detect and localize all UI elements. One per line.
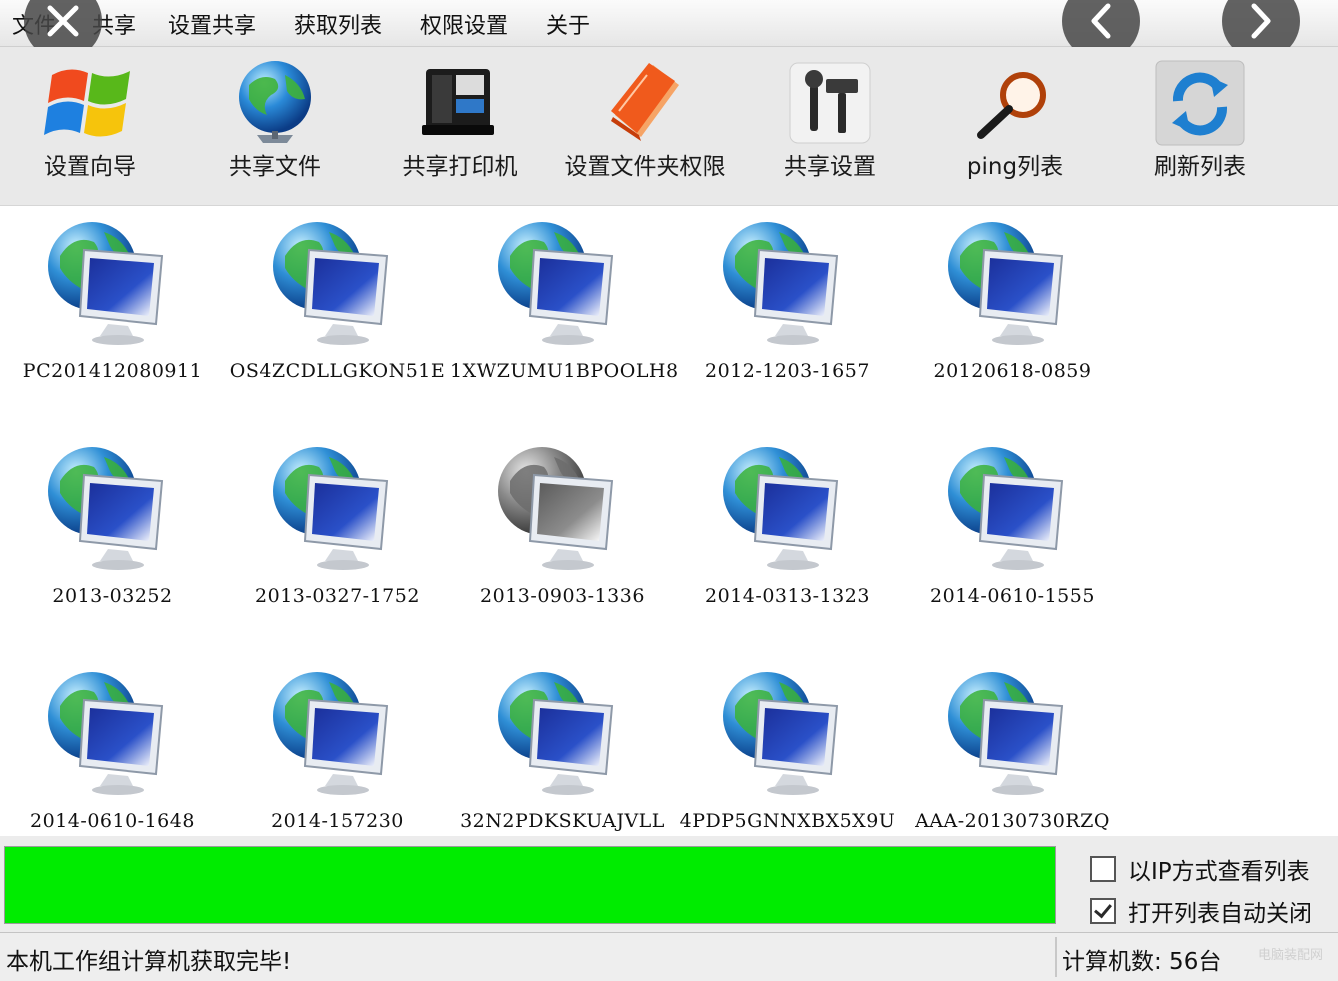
computer-name: 2014-0610-1555 (930, 585, 1095, 607)
computer-name: 2013-03252 (52, 585, 173, 607)
ping-list-button[interactable]: ping列表 (945, 47, 1085, 205)
share-settings-label: 共享设置 (784, 154, 876, 180)
network-computer-icon (723, 222, 839, 345)
folder-permissions-button[interactable]: 设置文件夹权限 (555, 47, 735, 205)
share-files-button[interactable]: 共享文件 (200, 47, 350, 205)
computer-name: AAA-20130730RZQ (915, 810, 1110, 832)
network-computer-icon (273, 447, 389, 570)
toolbar: 设置向导 共享文件 共享打印机 设置文件夹权限 共享设置 ping列表 刷新列表 (0, 47, 1338, 206)
computer-item[interactable]: 1XWZUMU1BPOOLH8 (450, 212, 679, 422)
computer-item[interactable]: 2013-0327-1752 (225, 437, 450, 647)
status-bar: 本机工作组计算机获取完毕! 计算机数: 56台 (0, 932, 1338, 981)
setup-wizard-label: 设置向导 (44, 154, 136, 180)
computer-item[interactable]: OS4ZCDLLGKON51E (225, 212, 450, 422)
menu-set-share[interactable]: 设置共享 (168, 8, 256, 40)
checkbox-box[interactable] (1090, 898, 1116, 924)
magnifier-icon (977, 72, 1046, 139)
windows-logo-icon (44, 69, 130, 137)
computer-name: 2014-157230 (271, 810, 404, 832)
computer-item[interactable]: 20120618-0859 (900, 212, 1125, 422)
network-computer-icon (273, 672, 389, 795)
watermark: 电脑装配网 (1258, 948, 1324, 963)
view-by-ip-checkbox[interactable]: 以IP方式查看列表 (1090, 852, 1310, 886)
network-computer-icon (948, 672, 1064, 795)
menu-about[interactable]: 关于 (546, 8, 590, 40)
computer-name: 2014-0313-1323 (705, 585, 870, 607)
computer-name: 2012-1203-1657 (705, 360, 870, 382)
computer-name: 1XWZUMU1BPOOLH8 (450, 360, 679, 382)
share-settings-button[interactable]: 共享设置 (760, 47, 900, 205)
share-printer-label: 共享打印机 (402, 154, 518, 180)
computer-item[interactable]: 2014-0313-1323 (675, 437, 900, 647)
network-computer-icon (48, 447, 164, 570)
share-files-label: 共享文件 (229, 154, 321, 180)
computer-name: 2014-0610-1648 (30, 810, 195, 832)
computer-item[interactable]: PC201412080911 (0, 212, 225, 422)
computer-name: PC201412080911 (22, 360, 203, 382)
computer-name: 4PDP5GNNXBX5X9U (679, 810, 896, 832)
network-computer-icon (723, 672, 839, 795)
menu-permissions[interactable]: 权限设置 (420, 8, 508, 40)
printer-icon (422, 69, 494, 135)
computer-name: 20120618-0859 (933, 360, 1092, 382)
setup-wizard-button[interactable]: 设置向导 (20, 47, 160, 205)
network-computer-icon (48, 222, 164, 345)
auto-close-label: 打开列表自动关闭 (1128, 901, 1312, 927)
progress-area: 以IP方式查看列表 打开列表自动关闭 (0, 836, 1338, 932)
globe-icon (239, 61, 311, 143)
status-divider (1055, 937, 1057, 977)
folder-permissions-label: 设置文件夹权限 (564, 154, 726, 180)
computer-list: PC201412080911 OS4ZCDLLGKON51E 1XWZUMU1BPO… (0, 206, 1338, 836)
checkbox-box[interactable] (1090, 856, 1116, 882)
computer-name: OS4ZCDLLGKON51E (229, 360, 446, 382)
computer-item[interactable]: 2013-03252 (0, 437, 225, 647)
view-by-ip-label: 以IP方式查看列表 (1128, 859, 1310, 885)
computer-name: 2013-0903-1336 (480, 585, 645, 607)
network-computer-icon (723, 447, 839, 570)
network-computer-icon (948, 222, 1064, 345)
computer-item[interactable]: 2012-1203-1657 (675, 212, 900, 422)
network-computer-icon (948, 447, 1064, 570)
status-message: 本机工作组计算机获取完毕! (6, 949, 292, 975)
share-printer-button[interactable]: 共享打印机 (390, 47, 530, 205)
network-computer-icon (498, 222, 614, 345)
network-computer-icon (498, 672, 614, 795)
refresh-icon (1155, 60, 1245, 146)
refresh-list-button[interactable]: 刷新列表 (1130, 47, 1270, 205)
computer-count: 计算机数: 56台 (1062, 949, 1222, 975)
network-computer-icon (48, 672, 164, 795)
refresh-list-label: 刷新列表 (1154, 154, 1246, 180)
network-computer-icon (273, 222, 389, 345)
offline-computer-icon (498, 447, 614, 570)
ping-list-label: ping列表 (966, 154, 1064, 180)
menu-get-list[interactable]: 获取列表 (294, 8, 382, 40)
progress-bar (4, 846, 1056, 924)
menu-bar: 文件 共享 设置共享 获取列表 权限设置 关于 (0, 0, 1338, 60)
tools-icon (789, 62, 871, 144)
folder-book-icon (611, 63, 679, 141)
auto-close-checkbox[interactable]: 打开列表自动关闭 (1090, 894, 1312, 928)
computer-name: 2013-0327-1752 (255, 585, 420, 607)
computer-item[interactable]: 2014-0610-1555 (900, 437, 1125, 647)
computer-name: 32N2PDKSKUAJVLL (460, 810, 665, 832)
computer-item[interactable]: 2013-0903-1336 (450, 437, 675, 647)
